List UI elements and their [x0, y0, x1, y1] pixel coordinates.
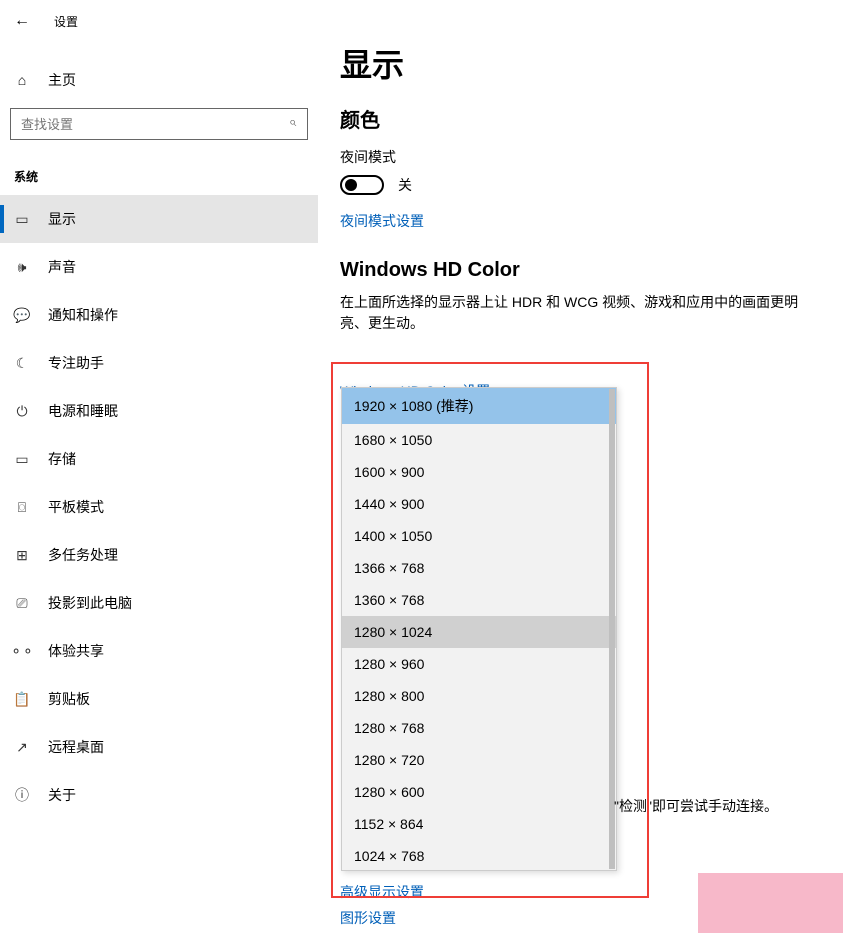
- storage-icon: ▭: [14, 451, 30, 468]
- nav-item-label: 显示: [48, 209, 76, 229]
- nav-item-label: 关于: [48, 785, 76, 805]
- resolution-dropdown[interactable]: 1920 × 1080 (推荐)1680 × 10501600 × 900144…: [341, 387, 617, 871]
- multitask-icon: ⊞: [14, 547, 30, 564]
- nav-item-6[interactable]: ⌼ 平板模式: [0, 483, 318, 531]
- nav-item-2[interactable]: 💬 通知和操作: [0, 291, 318, 339]
- graphics-settings-link[interactable]: 图形设置: [340, 908, 424, 928]
- group-label: 系统: [0, 140, 318, 195]
- nav-item-label: 存储: [48, 449, 76, 469]
- resolution-option[interactable]: 1440 × 900: [342, 488, 616, 520]
- sidebar: ← 设置 ⌂ 主页 ⌕ 系统 ▭ 显示 🕪 声音 💬 通知和操作 ☾ 专注助手 ⏻ 电源和睡眠 ▭ 存…: [0, 0, 318, 938]
- resolution-option[interactable]: 1280 × 768: [342, 712, 616, 744]
- nav-item-4[interactable]: ⏻ 电源和睡眠: [0, 387, 318, 435]
- resolution-option[interactable]: 1152 × 864: [342, 808, 616, 840]
- resolution-option[interactable]: 1280 × 600: [342, 776, 616, 808]
- back-icon[interactable]: ←: [14, 12, 30, 30]
- nav-item-label: 通知和操作: [48, 305, 118, 325]
- project-icon: ⎚: [14, 595, 30, 612]
- nav-item-label: 电源和睡眠: [48, 401, 118, 421]
- home-button[interactable]: ⌂ 主页: [0, 60, 318, 100]
- notifications-icon: 💬: [14, 307, 30, 324]
- detect-text: "检测"即可尝试手动连接。: [614, 796, 778, 816]
- nav-item-label: 平板模式: [48, 497, 104, 517]
- power-icon: ⏻: [14, 403, 30, 420]
- hdcolor-description: 在上面所选择的显示器上让 HDR 和 WCG 视频、游戏和应用中的画面更明亮、更…: [340, 292, 800, 334]
- home-label: 主页: [48, 70, 76, 90]
- resolution-option[interactable]: 1366 × 768: [342, 552, 616, 584]
- remote-icon: ↗: [14, 739, 30, 756]
- night-mode-settings-link[interactable]: 夜间模式设置: [340, 211, 424, 231]
- nav-list: ▭ 显示 🕪 声音 💬 通知和操作 ☾ 专注助手 ⏻ 电源和睡眠 ▭ 存储 ⌼ 平板模式 ⊞ 多任务处理 ⎚ 投影…: [0, 195, 318, 819]
- night-mode-toggle[interactable]: [340, 175, 384, 195]
- nav-item-label: 投影到此电脑: [48, 593, 132, 613]
- nav-item-8[interactable]: ⎚ 投影到此电脑: [0, 579, 318, 627]
- nav-item-3[interactable]: ☾ 专注助手: [0, 339, 318, 387]
- titlebar: ← 设置: [0, 6, 318, 36]
- clipboard-icon: 📋: [14, 691, 30, 708]
- hdcolor-heading: Windows HD Color: [340, 259, 848, 282]
- nav-item-5[interactable]: ▭ 存储: [0, 435, 318, 483]
- resolution-option[interactable]: 1920 × 1080 (推荐): [342, 388, 616, 424]
- color-heading: 颜色: [340, 104, 848, 133]
- nav-item-label: 体验共享: [48, 641, 104, 661]
- about-icon: ⓘ: [14, 785, 30, 805]
- focus-assist-icon: ☾: [14, 355, 30, 372]
- display-icon: ▭: [14, 211, 30, 228]
- tablet-icon: ⌼: [14, 499, 30, 516]
- resolution-option[interactable]: 1600 × 900: [342, 456, 616, 488]
- search-input[interactable]: [10, 108, 308, 140]
- resolution-option[interactable]: 1400 × 1050: [342, 520, 616, 552]
- below-links: 高级显示设置 图形设置: [340, 882, 424, 928]
- resolution-option[interactable]: 1280 × 800: [342, 680, 616, 712]
- nav-item-12[interactable]: ⓘ 关于: [0, 771, 318, 819]
- sound-icon: 🕪: [14, 259, 30, 276]
- resolution-option[interactable]: 1024 × 768: [342, 840, 616, 870]
- nav-item-label: 多任务处理: [48, 545, 118, 565]
- nav-item-label: 远程桌面: [48, 737, 104, 757]
- page-title: 显示: [340, 40, 848, 86]
- resolution-option[interactable]: 1280 × 960: [342, 648, 616, 680]
- resolution-option[interactable]: 1680 × 1050: [342, 424, 616, 456]
- resolution-option[interactable]: 1360 × 768: [342, 584, 616, 616]
- nav-item-9[interactable]: ⚬⚬ 体验共享: [0, 627, 318, 675]
- advanced-display-link[interactable]: 高级显示设置: [340, 882, 424, 902]
- nav-item-0[interactable]: ▭ 显示: [0, 195, 318, 243]
- search-icon[interactable]: ⌕: [289, 114, 296, 130]
- night-mode-label: 夜间模式: [340, 147, 848, 167]
- nav-item-1[interactable]: 🕪 声音: [0, 243, 318, 291]
- watermark-box: [698, 873, 843, 933]
- nav-item-label: 声音: [48, 257, 76, 277]
- nav-item-label: 专注助手: [48, 353, 104, 373]
- nav-item-10[interactable]: 📋 剪贴板: [0, 675, 318, 723]
- resolution-option[interactable]: 1280 × 720: [342, 744, 616, 776]
- titlebar-label: 设置: [54, 13, 78, 30]
- nav-item-11[interactable]: ↗ 远程桌面: [0, 723, 318, 771]
- toggle-off-label: 关: [398, 175, 412, 195]
- home-icon: ⌂: [14, 72, 30, 88]
- resolution-option[interactable]: 1280 × 1024: [342, 616, 616, 648]
- shared-icon: ⚬⚬: [14, 643, 30, 660]
- nav-item-label: 剪贴板: [48, 689, 90, 709]
- nav-item-7[interactable]: ⊞ 多任务处理: [0, 531, 318, 579]
